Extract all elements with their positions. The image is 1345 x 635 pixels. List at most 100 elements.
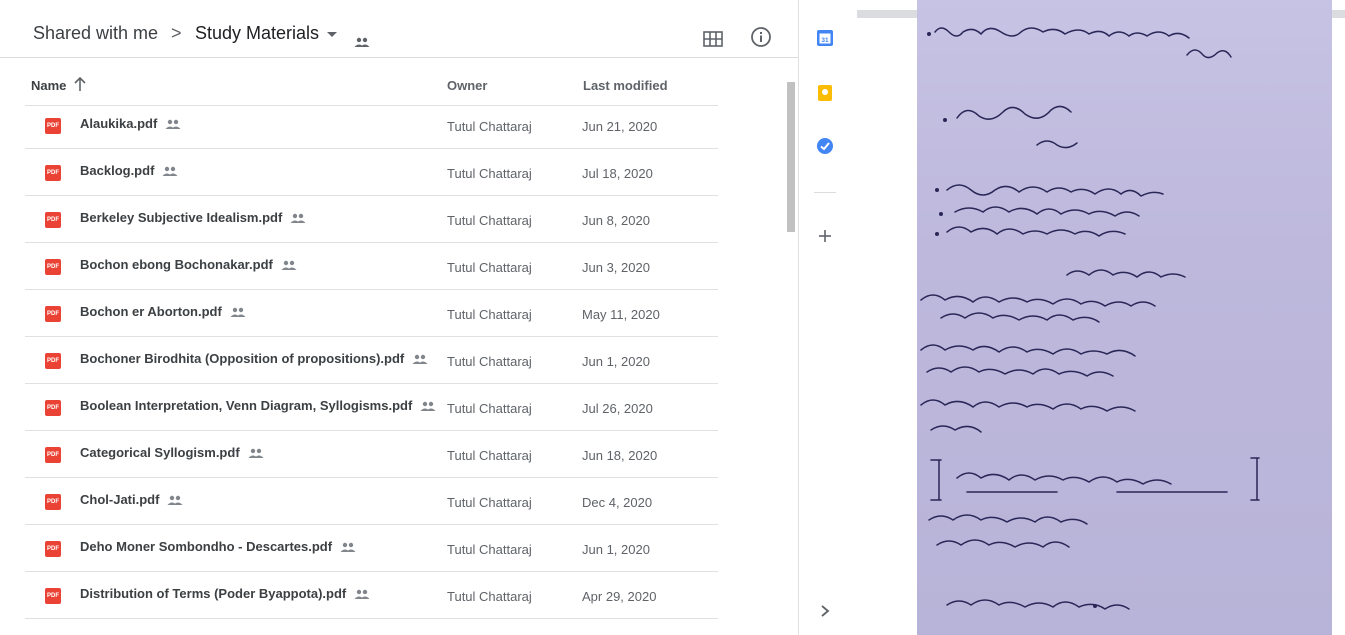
file-owner: Tutul Chattaraj xyxy=(447,448,532,463)
grid-view-icon[interactable] xyxy=(703,31,723,47)
sort-ascending-arrow-icon[interactable] xyxy=(73,76,87,92)
file-name: Berkeley Subjective Idealism.pdf xyxy=(80,210,283,225)
file-owner: Tutul Chattaraj xyxy=(447,542,532,557)
file-row[interactable]: PDF Bochon er Aborton.pdf Tutul Chattaraj M… xyxy=(25,290,718,337)
folder-header: Shared with me > Study Materials xyxy=(0,10,798,58)
calendar-icon-label: 31 xyxy=(821,37,829,44)
file-name: Categorical Syllogism.pdf xyxy=(80,445,240,460)
pdf-file-icon: PDF xyxy=(45,400,61,416)
breadcrumb-current-folder[interactable]: Study Materials xyxy=(195,23,319,44)
handwritten-notes-image xyxy=(917,0,1332,635)
file-name: Distribution of Terms (Poder Byappota).p… xyxy=(80,586,347,601)
shared-people-icon xyxy=(281,260,297,270)
shared-people-icon xyxy=(162,166,178,176)
keep-icon[interactable] xyxy=(816,84,834,102)
pdf-file-icon: PDF xyxy=(45,588,61,604)
file-last-modified: May 11, 2020 xyxy=(582,307,660,322)
file-owner: Tutul Chattaraj xyxy=(447,401,532,416)
chevron-right-icon[interactable] xyxy=(818,603,832,619)
add-icon[interactable] xyxy=(816,227,834,245)
file-owner: Tutul Chattaraj xyxy=(447,589,532,604)
file-last-modified: Jul 18, 2020 xyxy=(582,166,653,181)
file-row[interactable]: PDF Alaukika.pdf Tutul Chattaraj Jun 21, 20… xyxy=(25,102,718,149)
column-headers: Name Owner Last modified xyxy=(25,58,718,106)
file-row[interactable]: PDF Backlog.pdf Tutul Chattaraj Jul 18, 202… xyxy=(25,149,718,196)
file-last-modified: Jun 3, 2020 xyxy=(582,260,650,275)
file-name-cell: Distribution of Terms (Poder Byappota).p… xyxy=(80,586,370,601)
calendar-icon[interactable]: 31 xyxy=(816,29,834,47)
file-name-cell: Bochoner Birodhita (Opposition of propos… xyxy=(80,351,428,366)
shared-people-icon xyxy=(354,589,370,599)
column-header-owner[interactable]: Owner xyxy=(447,78,487,93)
file-name: Boolean Interpretation, Venn Diagram, Sy… xyxy=(80,398,413,413)
file-last-modified: Apr 29, 2020 xyxy=(582,589,657,604)
shared-people-icon xyxy=(230,307,246,317)
file-name: Bochoner Birodhita (Opposition of propos… xyxy=(80,351,405,366)
breadcrumb-separator: > xyxy=(171,23,182,43)
pdf-file-icon: PDF xyxy=(45,306,61,322)
pdf-file-icon: PDF xyxy=(45,494,61,510)
file-last-modified: Jun 1, 2020 xyxy=(582,354,650,369)
file-name-cell: Alaukika.pdf xyxy=(80,116,181,131)
shared-people-icon xyxy=(354,37,370,47)
column-header-last-modified[interactable]: Last modified xyxy=(583,78,668,93)
file-name: Bochon er Aborton.pdf xyxy=(80,304,222,319)
shared-people-icon xyxy=(167,495,183,505)
file-name: Alaukika.pdf xyxy=(80,116,158,131)
info-icon[interactable] xyxy=(750,26,772,48)
file-list: PDF Alaukika.pdf Tutul Chattaraj Jun 21, 20… xyxy=(25,102,718,619)
file-owner: Tutul Chattaraj xyxy=(447,166,532,181)
file-name: Chol-Jati.pdf xyxy=(80,492,160,507)
shared-people-icon xyxy=(420,401,436,411)
file-list-scrollbar[interactable] xyxy=(787,82,795,232)
pdf-file-icon: PDF xyxy=(45,541,61,557)
file-row[interactable]: PDF Bochon ebong Bochonakar.pdf Tutul Chat… xyxy=(25,243,718,290)
side-panel: 31 xyxy=(798,0,850,635)
file-owner: Tutul Chattaraj xyxy=(447,260,532,275)
handwriting-scribbles xyxy=(920,27,1260,610)
pdf-file-icon: PDF xyxy=(45,259,61,275)
file-last-modified: Jun 21, 2020 xyxy=(582,119,658,134)
file-last-modified: Jun 1, 2020 xyxy=(582,542,650,557)
shared-people-icon xyxy=(340,542,356,552)
pdf-file-icon: PDF xyxy=(45,353,61,369)
file-name: Backlog.pdf xyxy=(80,163,155,178)
file-owner: Tutul Chattaraj xyxy=(447,354,532,369)
file-row[interactable]: PDF Distribution of Terms (Poder Byappota… xyxy=(25,572,718,619)
file-row[interactable]: PDF Boolean Interpretation, Venn Diagram,… xyxy=(25,384,718,431)
file-last-modified: Jul 26, 2020 xyxy=(582,401,653,416)
file-owner: Tutul Chattaraj xyxy=(447,119,532,134)
file-row[interactable]: PDF Berkeley Subjective Idealism.pdf Tutul… xyxy=(25,196,718,243)
side-panel-divider xyxy=(814,192,836,193)
shared-people-icon xyxy=(248,448,264,458)
file-name-cell: Deho Moner Sombondho - Descartes.pdf xyxy=(80,539,356,554)
file-name: Deho Moner Sombondho - Descartes.pdf xyxy=(80,539,333,554)
file-row[interactable]: PDF Bochoner Birodhita (Opposition of pro… xyxy=(25,337,718,384)
pdf-file-icon: PDF xyxy=(45,447,61,463)
file-owner: Tutul Chattaraj xyxy=(447,213,532,228)
file-row[interactable]: PDF Categorical Syllogism.pdf Tutul Chatta… xyxy=(25,431,718,478)
file-name-cell: Categorical Syllogism.pdf xyxy=(80,445,264,460)
file-row[interactable]: PDF Chol-Jati.pdf Tutul Chattaraj Dec 4, 20… xyxy=(25,478,718,525)
file-last-modified: Jun 8, 2020 xyxy=(582,213,650,228)
column-header-name[interactable]: Name xyxy=(31,78,66,93)
shared-people-icon xyxy=(165,119,181,129)
pdf-file-icon: PDF xyxy=(45,165,61,181)
file-owner: Tutul Chattaraj xyxy=(447,307,532,322)
document-preview-panel xyxy=(850,0,1345,635)
pdf-file-icon: PDF xyxy=(45,118,61,134)
file-last-modified: Jun 18, 2020 xyxy=(582,448,658,463)
file-name-cell: Boolean Interpretation, Venn Diagram, Sy… xyxy=(80,398,436,413)
folder-menu-caret-icon[interactable] xyxy=(327,32,337,37)
file-owner: Tutul Chattaraj xyxy=(447,495,532,510)
file-name-cell: Backlog.pdf xyxy=(80,163,178,178)
file-name-cell: Chol-Jati.pdf xyxy=(80,492,183,507)
file-last-modified: Dec 4, 2020 xyxy=(582,495,653,510)
shared-people-icon xyxy=(290,213,306,223)
drive-file-list-panel: Shared with me > Study Materials Name Ow… xyxy=(0,0,798,635)
breadcrumb-shared-with-me[interactable]: Shared with me xyxy=(33,23,158,44)
file-row[interactable]: PDF Deho Moner Sombondho - Descartes.pdf T… xyxy=(25,525,718,572)
tasks-icon[interactable] xyxy=(816,137,834,155)
file-name-cell: Bochon er Aborton.pdf xyxy=(80,304,246,319)
file-name: Bochon ebong Bochonakar.pdf xyxy=(80,257,273,272)
